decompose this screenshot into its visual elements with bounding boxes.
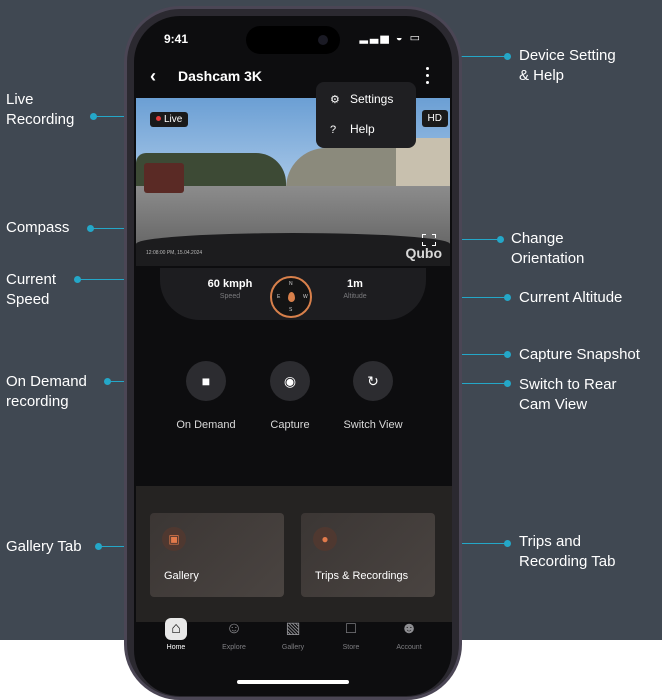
callout-gallery-tab: Gallery Tab [6,538,82,555]
callout-change-orientation: Change Orientation [511,230,585,267]
fullscreen-icon[interactable] [422,234,436,246]
callout-current-speed: Current Speed [6,271,57,308]
callout-live-recording: Live Recording [6,91,75,128]
callout-dot [504,380,511,387]
tab-label: Explore [222,644,246,651]
menu-item-label: Settings [350,92,394,106]
lower-section: ▣ Gallery ● Trips & Recordings [136,486,452,622]
tab-label: Home [166,644,186,651]
camera-icon [318,35,328,45]
gallery-card[interactable]: ▣ Gallery [150,513,284,597]
callout-trips-tab: Trips and Recording Tab [519,533,616,570]
gallery-icon: ▣ [162,527,186,551]
callout-dot [504,351,511,358]
altitude-label: Altitude [343,293,367,300]
gallery-card-label: Gallery [164,570,199,582]
trips-card[interactable]: ● Trips & Recordings [301,513,435,597]
store-icon: □ [346,620,356,637]
video-truck [144,163,184,193]
gallery-tab-icon: ▧ [285,620,301,637]
menu-item-settings[interactable]: ⚙ Settings [330,92,393,106]
bottom-tab-bar: ⌂ Home ☺ Explore ▧ Gallery □ Store ☻ Acc… [134,614,452,668]
home-icon: ⌂ [165,618,187,640]
tab-home[interactable]: ⌂ Home [151,618,201,651]
live-label: Live [164,114,183,125]
on-demand-label: On Demand [176,419,236,431]
callout-dot [504,53,511,60]
compass-west: W [303,294,308,300]
callout-dot [497,236,504,243]
gear-icon: ⚙ [330,94,340,106]
callout-device-setting: Device Setting & Help [519,47,616,84]
page-title: Dashcam 3K [178,68,263,84]
dynamic-island [246,26,340,54]
explore-icon: ☺ [225,620,243,637]
tab-label: Account [396,644,422,651]
callout-capture-snapshot: Capture Snapshot [519,346,640,363]
altitude-stat: 1m Altitude [332,278,378,300]
speed-label: Speed [219,293,241,300]
home-indicator[interactable] [237,680,349,684]
help-icon: ? [330,124,337,136]
callout-current-altitude: Current Altitude [519,289,623,306]
speed-stat: 60 kmph Speed [200,278,260,300]
quality-badge[interactable]: HD [421,110,448,127]
on-demand-button[interactable]: ■ [186,361,226,401]
trips-card-label: Trips & Recordings [315,570,409,582]
menu-item-label: Help [350,122,375,136]
more-options-icon[interactable] [422,66,434,86]
switch-view-label: Switch View [343,419,403,431]
callout-dot [504,294,511,301]
live-badge: Live [150,112,189,127]
tab-explore[interactable]: ☺ Explore [209,618,259,651]
compass-needle-icon [288,292,295,302]
status-time: 9:41 [164,32,189,46]
back-icon[interactable]: ‹ [150,66,156,87]
callout-switch-rear: Switch to Rear Cam View [519,376,617,413]
callout-dot [504,540,511,547]
record-dot-icon [156,116,161,121]
phone-screen: 9:41 ▂▃▅ ◒ ▭ ‹ Dashcam 3K 12:08:00 PM, 1… [134,16,452,696]
tab-label: Store [342,644,360,651]
compass-south: S [289,307,293,313]
status-icons: ▂▃▅ ◒ ▭ [359,32,422,44]
tab-label: Gallery [281,644,305,651]
capture-label: Capture [270,419,310,431]
tab-store[interactable]: □ Store [326,618,376,651]
switch-view-button[interactable]: ↻ [353,361,393,401]
compass-north: N [289,281,293,287]
speed-value: 60 kmph [207,278,253,290]
options-menu: ⚙ Settings ? Help [316,82,416,148]
video-timestamp: 12:08:00 PM, 15.04.2024 [146,250,203,256]
account-icon: ☻ [400,620,418,637]
location-pin-icon: ● [313,527,337,551]
callout-on-demand: On Demand recording [6,373,87,410]
tab-account[interactable]: ☻ Account [384,618,434,651]
altitude-value: 1m [347,278,363,290]
compass-east: E [277,294,281,300]
callout-compass: Compass [6,219,70,236]
menu-item-help[interactable]: ? Help [330,122,375,136]
compass-dial: N S E W [270,276,312,318]
capture-button[interactable]: ◉ [270,361,310,401]
qubo-watermark: Qubo [405,245,442,261]
tab-gallery[interactable]: ▧ Gallery [268,618,318,651]
